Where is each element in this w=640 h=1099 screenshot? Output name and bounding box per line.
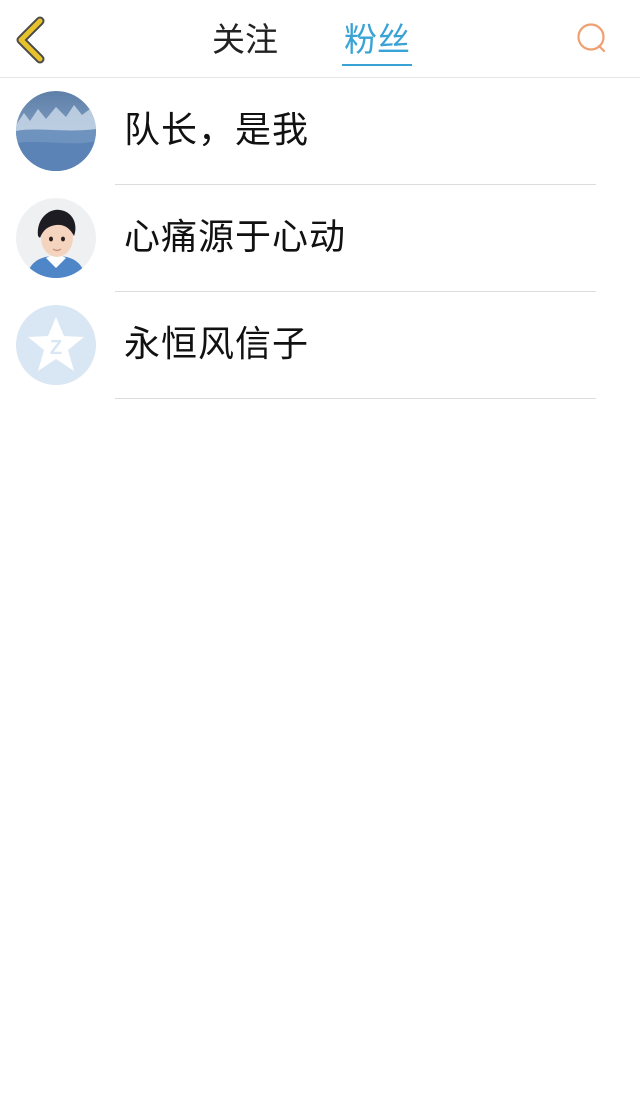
default-qzone-star-avatar: Z <box>16 305 96 385</box>
fans-list: 队长，是我 心痛源于心动 Z 永恒风信子 <box>0 78 640 399</box>
z-logo-glyph: Z <box>50 337 62 359</box>
back-button[interactable] <box>10 14 54 66</box>
avatar[interactable] <box>16 91 96 171</box>
fan-name: 队长，是我 <box>124 110 310 151</box>
chevron-left-icon <box>16 16 45 64</box>
divider <box>115 398 596 399</box>
avatar[interactable] <box>16 198 96 278</box>
list-item[interactable]: Z 永恒风信子 <box>0 292 640 399</box>
search-button[interactable] <box>570 20 612 58</box>
avatar[interactable]: Z <box>16 305 96 385</box>
search-icon <box>577 23 606 53</box>
boy-portrait-photo <box>16 198 96 278</box>
fan-name: 心痛源于心动 <box>124 217 347 258</box>
top-bar: 关注 粉丝 <box>0 0 640 78</box>
fan-name: 永恒风信子 <box>124 324 310 365</box>
active-tab-indicator <box>342 64 412 66</box>
list-item[interactable]: 队长，是我 <box>0 78 640 185</box>
snow-landscape-photo <box>16 91 96 171</box>
list-item[interactable]: 心痛源于心动 <box>0 185 640 292</box>
tab-following[interactable]: 关注 <box>206 18 284 62</box>
tab-fans[interactable]: 粉丝 <box>338 18 416 62</box>
